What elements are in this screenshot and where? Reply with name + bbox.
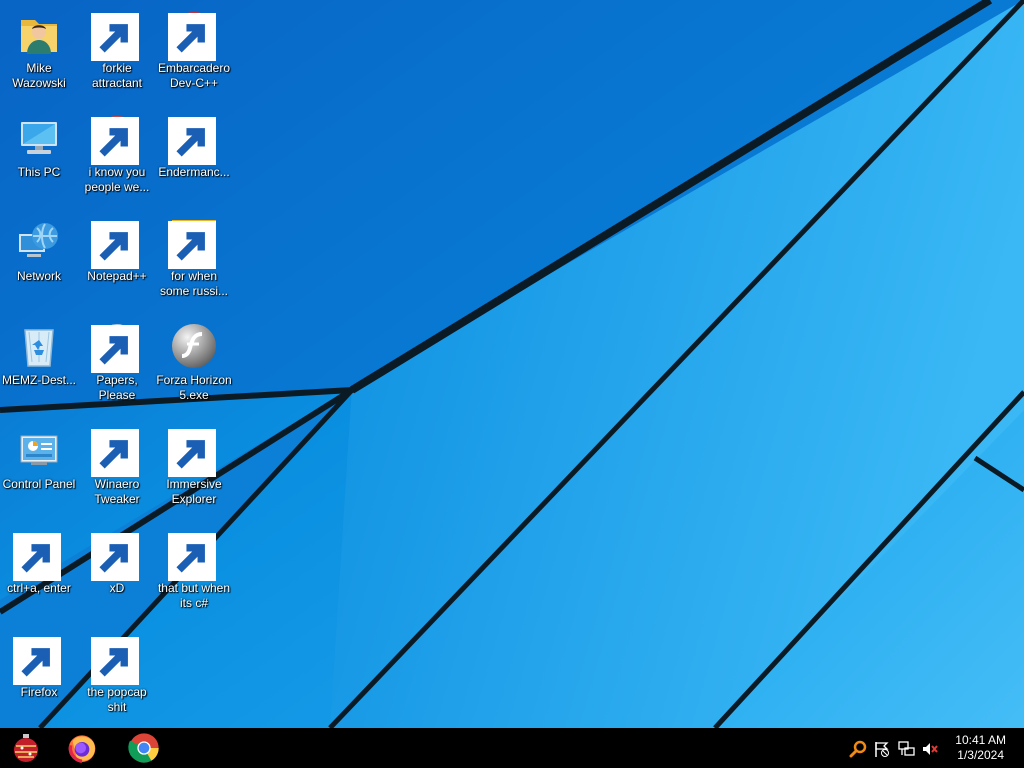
shortcut-arrow-icon <box>168 221 216 269</box>
clock-date: 1/3/2024 <box>957 748 1004 762</box>
shortcut-arrow-icon <box>91 533 139 581</box>
desktop-icon-xd[interactable]: HXD xD <box>78 526 156 596</box>
stacked-windows-icon <box>168 530 218 581</box>
devcpp-icon: DEVC++ <box>168 10 218 61</box>
shortcut-arrow-icon <box>13 533 61 581</box>
icon-label: that but when its c# <box>157 581 231 610</box>
icon-label: the popcap shit <box>87 685 147 714</box>
desktop-icon-papers-please[interactable]: Papers, Please <box>78 318 156 403</box>
clock-time: 10:41 AM <box>955 733 1006 747</box>
shortcut-arrow-icon <box>91 117 139 165</box>
volume-muted-icon[interactable] <box>921 740 939 758</box>
control-panel-icon <box>15 426 63 474</box>
detect-it-easy-icon: De <box>168 218 218 269</box>
flash-icon <box>170 322 218 370</box>
icon-label: xD <box>109 581 125 595</box>
icon-label: Control Panel <box>2 477 76 491</box>
icon-label: MEMZ-Dest... <box>2 373 76 387</box>
shortcut-arrow-icon <box>91 221 139 269</box>
firefox-icon <box>13 634 63 685</box>
icon-label: Papers, Please <box>96 373 138 402</box>
chrome-icon <box>91 114 141 165</box>
icon-label: forkie attractant <box>91 61 143 90</box>
icon-label: Firefox <box>20 685 58 699</box>
shortcut-arrow-icon <box>168 533 216 581</box>
icon-label: Embarcadero Dev-C++ <box>157 61 231 90</box>
network-icon[interactable] <box>897 740 915 758</box>
icon-label: Endermanc... <box>158 165 230 179</box>
notepadpp-icon <box>91 218 141 269</box>
magnifier-icon <box>13 530 63 581</box>
desktop-icon-embarcadero-devcpp[interactable]: DEVC++ Embarcadero Dev-C++ <box>155 6 233 91</box>
shortcut-arrow-icon <box>168 429 216 477</box>
winaero-icon <box>91 426 141 477</box>
shortcut-arrow-icon <box>168 13 216 61</box>
shortcut-arrow-icon <box>91 637 139 685</box>
desktop-icon-this-pc[interactable]: This PC <box>0 110 78 180</box>
desktop-icon-recycle-bin[interactable]: MEMZ-Dest... <box>0 318 78 388</box>
firefox-icon <box>68 735 96 763</box>
popcap-folder-icon <box>91 634 141 685</box>
desktop: Mike Wazowski This PC Network MEMZ-Dest.… <box>0 0 1024 728</box>
chrome-icon <box>128 733 159 763</box>
window-app-icon <box>168 114 218 165</box>
user-folder-icon <box>15 10 63 58</box>
taskbar-chrome[interactable] <box>118 728 170 768</box>
magnifier-icon[interactable] <box>849 740 867 758</box>
recycle-bin-icon <box>15 322 63 370</box>
network-icon <box>15 218 63 266</box>
papers-please-icon <box>91 322 141 373</box>
shortcut-arrow-icon <box>91 429 139 477</box>
desktop-icon-that-but-when-its-csharp[interactable]: that but when its c# <box>155 526 233 611</box>
desktop-icon-ctrl-a-enter[interactable]: ctrl+a, enter <box>0 526 78 596</box>
desktop-icon-notepadpp[interactable]: Notepad++ <box>78 214 156 284</box>
desktop-icon-immersive-explorer[interactable]: Immersive Explorer <box>155 422 233 507</box>
icon-label: for when some russi... <box>159 269 228 298</box>
icon-label: ctrl+a, enter <box>7 581 71 595</box>
desktop-icon-forkie-attractant[interactable]: forkie attractant <box>78 6 156 91</box>
desktop-icon-chrome-shortcut[interactable]: i know you people we... <box>78 110 156 195</box>
shortcut-arrow-icon <box>13 637 61 685</box>
shortcut-arrow-icon <box>168 117 216 165</box>
desktop-icon-mike-wazowski[interactable]: Mike Wazowski <box>0 6 78 91</box>
icon-label: Forza Horizon 5.exe <box>156 373 232 402</box>
icon-label: This PC <box>17 165 61 179</box>
shortcut-arrow-icon <box>91 13 139 61</box>
taskbar-clock[interactable]: 10:41 AM 1/3/2024 <box>955 733 1006 763</box>
taskbar-firefox[interactable] <box>56 728 108 768</box>
taskbar: 10:41 AM 1/3/2024 <box>0 728 1024 768</box>
settings-monitor-icon <box>91 10 141 61</box>
start-button[interactable] <box>0 728 52 768</box>
desktop-icon-forza-horizon-5[interactable]: Forza Horizon 5.exe <box>155 318 233 403</box>
icon-label: i know you people we... <box>84 165 150 194</box>
icon-label: Network <box>16 269 61 283</box>
computer-icon <box>15 114 63 162</box>
icon-label: Mike Wazowski <box>12 61 66 90</box>
hxd-icon: HXD <box>91 530 141 581</box>
ornament-start-icon <box>14 734 38 762</box>
desktop-icon-endermanc[interactable]: Endermanc... <box>155 110 233 180</box>
desktop-icon-popcap[interactable]: the popcap shit <box>78 630 156 715</box>
desktop-icon-control-panel[interactable]: Control Panel <box>0 422 78 492</box>
icon-label: Notepad++ <box>87 269 147 283</box>
desktop-icon-detect-it-easy[interactable]: De for when some russi... <box>155 214 233 299</box>
desktop-icon-network[interactable]: Network <box>0 214 78 284</box>
immersive-monitor-icon <box>168 426 218 477</box>
shortcut-arrow-icon <box>91 325 139 373</box>
desktop-icon-winaero-tweaker[interactable]: Winaero Tweaker <box>78 422 156 507</box>
icon-label: Winaero Tweaker <box>94 477 140 506</box>
icon-label: Immersive Explorer <box>166 477 222 506</box>
action-center-flag-icon[interactable] <box>873 740 891 758</box>
desktop-icon-firefox[interactable]: Firefox <box>0 630 78 700</box>
